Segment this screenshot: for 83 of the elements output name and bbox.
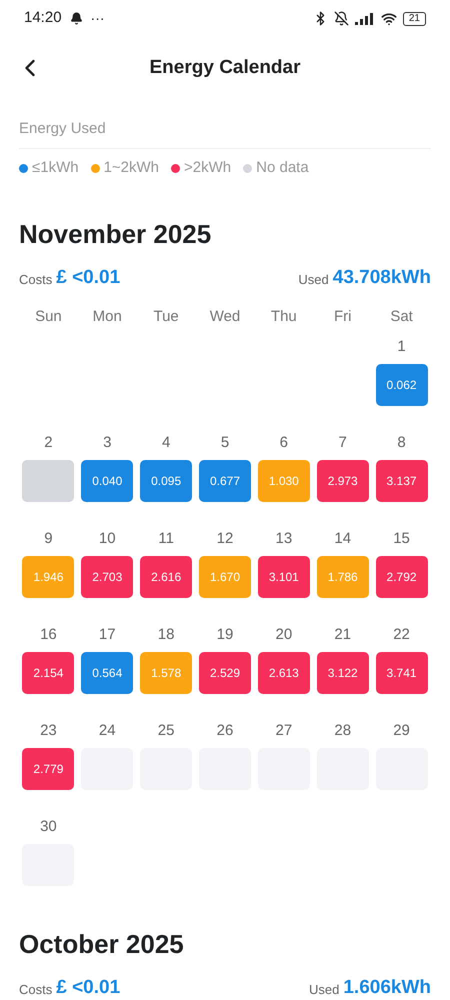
weekday-label: Thu — [270, 306, 297, 326]
status-time: 14:20 — [24, 8, 62, 28]
day-number: 17 — [98, 625, 116, 645]
day-number: 9 — [44, 529, 53, 549]
wifi-icon — [380, 10, 397, 27]
day-tile[interactable]: 2.703 — [81, 556, 134, 598]
day-number: 7 — [338, 433, 347, 453]
day-number: 21 — [334, 625, 352, 645]
day-tile[interactable] — [22, 460, 74, 502]
weekday-label: Wed — [210, 306, 240, 326]
costs-label: Costs — [19, 270, 52, 288]
day-number: 22 — [393, 625, 410, 645]
day-number: 1 — [397, 337, 406, 357]
page-title: Energy Calendar — [150, 56, 300, 80]
costs-label: Costs — [19, 981, 52, 999]
weekday-label: Tue — [153, 306, 179, 326]
day-tile[interactable]: 2.779 — [22, 748, 74, 790]
day-number: 6 — [280, 433, 288, 453]
day-number: 24 — [98, 721, 116, 741]
legend-label: 1~2kWh — [104, 158, 160, 178]
used-value: 1.606kWh — [343, 976, 431, 1000]
day-tile[interactable]: 2.792 — [376, 556, 428, 598]
day-tile[interactable]: 0.040 — [81, 460, 134, 502]
day-number: 18 — [158, 625, 174, 645]
day-number: 8 — [397, 433, 406, 453]
day-number: 30 — [40, 817, 57, 837]
legend-title: Energy Used — [19, 118, 431, 149]
day-number: 26 — [216, 721, 234, 741]
day-number: 15 — [393, 529, 410, 549]
day-number: 28 — [334, 721, 352, 741]
day-tile[interactable]: 1.670 — [198, 556, 251, 598]
day-tile[interactable]: 2.529 — [198, 652, 251, 694]
day-number: 14 — [334, 529, 352, 549]
day-number: 25 — [158, 721, 174, 741]
day-tile[interactable]: 2.154 — [22, 652, 74, 694]
legend-label: ≤1kWh — [32, 158, 79, 178]
month-title: November 2025 — [19, 218, 212, 250]
day-number: 19 — [216, 625, 234, 645]
day-tile[interactable]: 1.578 — [140, 652, 192, 694]
day-number: 16 — [40, 625, 57, 645]
day-tile[interactable]: 1.030 — [258, 460, 310, 502]
day-number: 27 — [276, 721, 292, 741]
bell-icon — [70, 12, 83, 26]
day-tile[interactable]: 3.101 — [258, 556, 310, 598]
day-number: 20 — [276, 625, 292, 645]
more-dots: ··· — [90, 9, 105, 28]
day-number: 2 — [44, 433, 53, 453]
day-number: 11 — [158, 529, 174, 549]
day-tile[interactable]: 0.062 — [376, 364, 428, 406]
used-label: Used — [298, 270, 329, 288]
day-tile[interactable]: 3.741 — [376, 652, 428, 694]
weekday-label: Mon — [92, 306, 122, 326]
legend-label: No data — [256, 158, 309, 178]
signal-icon — [354, 12, 375, 25]
day-tile[interactable]: 1.786 — [316, 556, 369, 598]
day-number: 5 — [220, 433, 230, 453]
day-number: 13 — [276, 529, 292, 549]
day-number: 29 — [393, 721, 410, 741]
day-tile[interactable]: 2.616 — [140, 556, 192, 598]
weekday-label: Fri — [334, 306, 352, 326]
day-tile[interactable]: 3.122 — [316, 652, 369, 694]
costs-value: £ <0.01 — [56, 266, 120, 290]
day-tile[interactable]: 2.613 — [258, 652, 310, 694]
day-tile[interactable]: 1.946 — [22, 556, 74, 598]
day-tile[interactable]: 2.973 — [316, 460, 369, 502]
weekday-label: Sat — [390, 306, 413, 326]
day-number: 12 — [216, 529, 234, 549]
mute-icon — [334, 11, 349, 26]
used-value: 43.708kWh — [332, 266, 431, 290]
day-tile[interactable]: 0.677 — [198, 460, 251, 502]
day-tile[interactable]: 0.564 — [81, 652, 134, 694]
day-number: 3 — [103, 433, 112, 453]
day-number: 4 — [162, 433, 170, 453]
costs-value: £ <0.01 — [56, 976, 120, 1000]
battery-indicator: 21 — [402, 12, 426, 26]
weekday-label: Sun — [35, 306, 62, 326]
day-number: 23 — [40, 721, 57, 741]
day-tile[interactable]: 0.095 — [140, 460, 192, 502]
month-title: October 2025 — [19, 928, 185, 960]
legend-label: >2kWh — [184, 158, 232, 178]
day-tile[interactable]: 3.137 — [376, 460, 428, 502]
day-number: 10 — [98, 529, 116, 549]
used-label: Used — [308, 981, 340, 999]
